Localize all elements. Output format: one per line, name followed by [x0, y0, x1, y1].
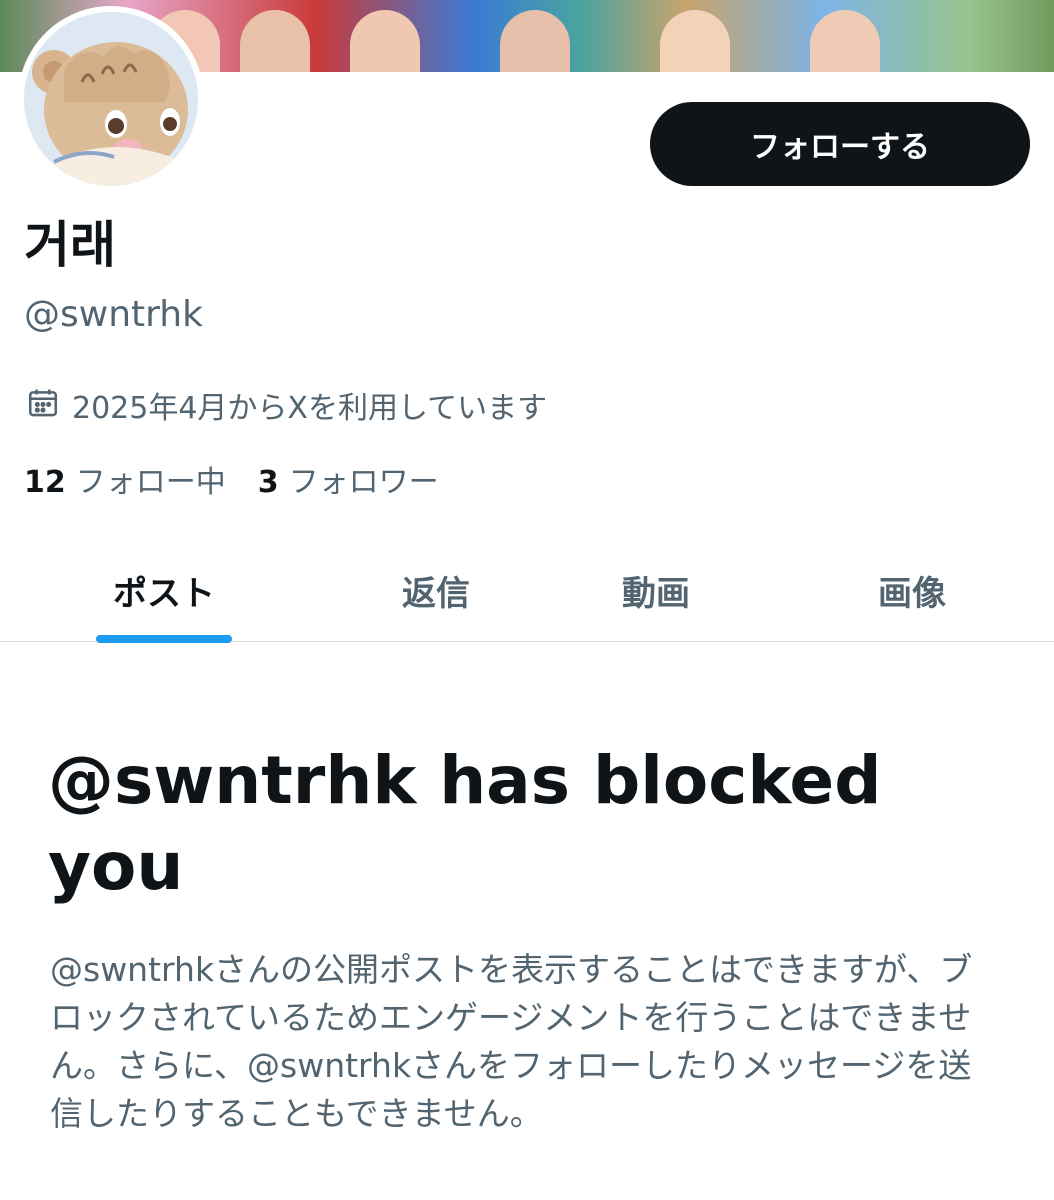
followers-count: 3 — [257, 465, 279, 500]
profile-tabs: ポスト 返信 動画 画像 — [0, 540, 1054, 643]
banner-figure — [810, 10, 880, 72]
tab-label: 画像 — [878, 574, 946, 614]
follow-stats: 12 フォロー中 3 フォロワー — [24, 462, 471, 504]
display-name: 거래 — [24, 216, 116, 274]
blocked-description: @swntrhkさんの公開ポストを表示することはできますが、ブロックされているた… — [50, 950, 973, 1133]
banner-figure — [240, 10, 310, 72]
profile-handle: @swntrhk — [24, 294, 203, 335]
tab-images[interactable]: 画像 — [776, 540, 1048, 641]
tab-label: 動画 — [622, 574, 690, 614]
banner-figure — [660, 10, 730, 72]
following-link[interactable]: 12 フォロー中 — [24, 462, 226, 504]
calendar-icon — [26, 386, 72, 432]
following-count: 12 — [24, 465, 66, 500]
blocked-title: @swntrhk has blocked you — [48, 742, 882, 905]
tab-posts[interactable]: ポスト — [30, 540, 298, 643]
joined-date: 2025年4月からXを利用しています — [26, 386, 547, 432]
tab-videos[interactable]: 動画 — [520, 540, 792, 641]
banner-figure — [350, 10, 420, 72]
followers-label: フォロワー — [288, 465, 439, 500]
follow-button[interactable]: フォローする — [650, 102, 1030, 186]
following-label: フォロー中 — [75, 465, 226, 500]
joined-text: 2025年4月からXを利用しています — [72, 391, 548, 426]
active-tab-indicator — [96, 635, 232, 643]
avatar-image — [24, 12, 198, 186]
tab-label: ポスト — [113, 574, 215, 614]
followers-link[interactable]: 3 フォロワー — [258, 462, 439, 504]
avatar[interactable] — [18, 6, 204, 192]
tab-label: 返信 — [402, 574, 470, 614]
banner-figure — [500, 10, 570, 72]
